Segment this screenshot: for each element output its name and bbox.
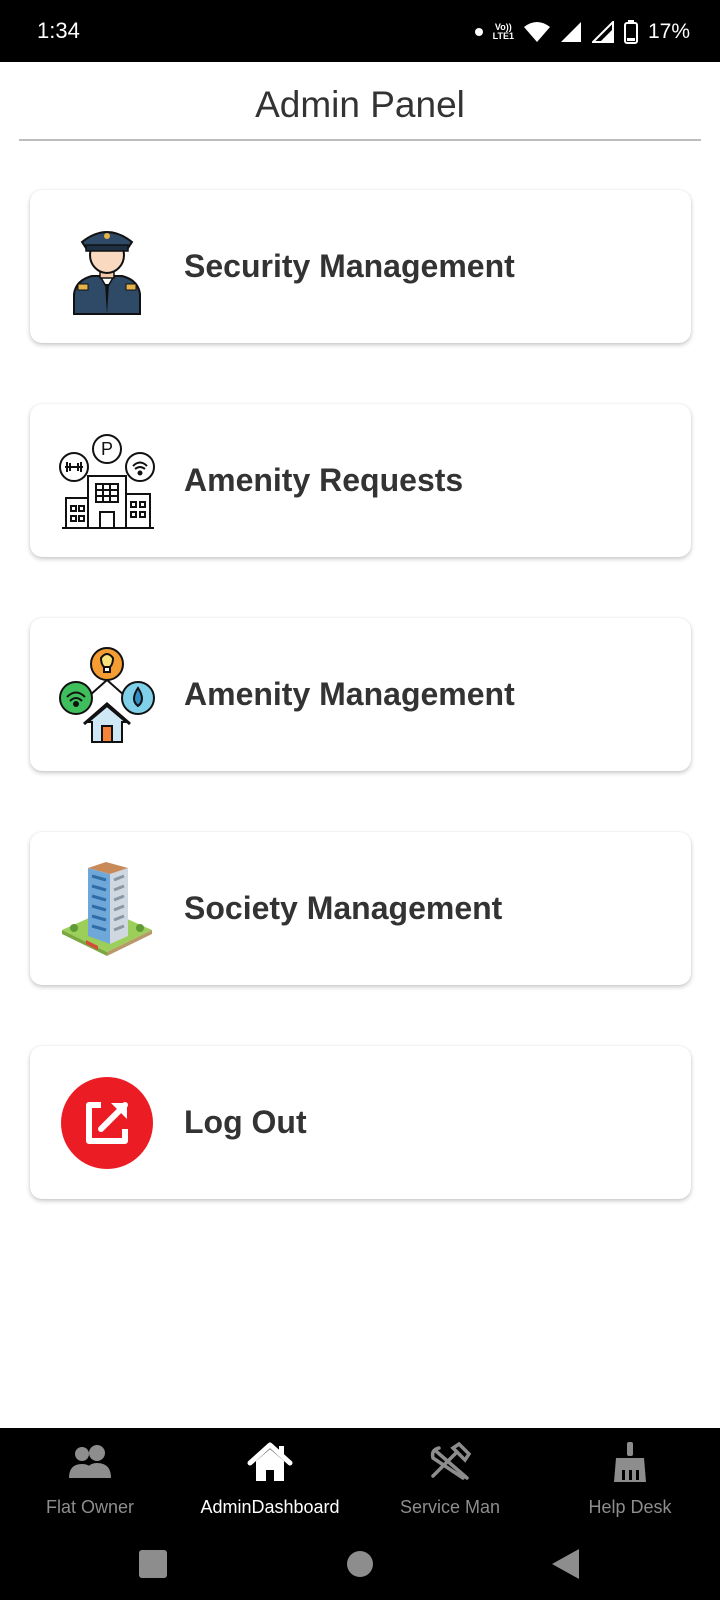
status-icons: Vo)) LTE1 17% — [474, 14, 690, 50]
utilities-icon — [58, 646, 156, 744]
volte-icon: Vo)) LTE1 — [493, 23, 514, 41]
home-button[interactable] — [300, 1528, 420, 1600]
broom-icon — [600, 1440, 660, 1484]
logout-card[interactable]: Log Out — [30, 1046, 691, 1199]
security-guard-icon — [58, 218, 156, 316]
people-icon — [60, 1440, 120, 1484]
amenity-management-card[interactable]: Amenity Management — [30, 618, 691, 771]
back-triangle-icon — [552, 1549, 579, 1579]
back-button[interactable] — [505, 1528, 625, 1600]
battery-percent: 17% — [647, 20, 690, 43]
nav-flat-owner[interactable]: Flat Owner — [0, 1428, 180, 1528]
menu-item-label: Amenity Requests — [184, 462, 464, 498]
amenity-requests-card[interactable]: P Amenity Requests — [30, 404, 691, 557]
nav-label: Service Man — [399, 1497, 501, 1517]
tower-building-icon — [58, 860, 156, 958]
circle-icon — [347, 1551, 373, 1577]
menu-item-label: Amenity Management — [184, 676, 515, 712]
nav-admin-dashboard[interactable]: AdminDashboard — [180, 1428, 360, 1528]
status-time: 1:34 — [37, 18, 80, 43]
volte-line2: LTE1 — [492, 31, 514, 41]
bottom-navigation: Flat Owner AdminDashboard Service Man He… — [0, 1428, 720, 1528]
nav-label: Help Desk — [588, 1497, 672, 1517]
square-icon — [139, 1550, 167, 1578]
signal-icon-2 — [591, 21, 614, 43]
tools-icon — [420, 1440, 480, 1484]
menu-item-label: Security Management — [184, 248, 515, 284]
recents-button[interactable] — [93, 1528, 213, 1600]
amenity-building-icon: P — [58, 432, 156, 530]
menu-item-label: Log Out — [184, 1104, 307, 1140]
society-management-card[interactable]: Society Management — [30, 832, 691, 985]
home-icon — [240, 1440, 300, 1484]
title-divider — [19, 139, 701, 141]
wifi-icon — [523, 22, 550, 42]
nav-help-desk[interactable]: Help Desk — [540, 1428, 720, 1528]
menu-item-label: Society Management — [184, 890, 503, 926]
nav-label: AdminDashboard — [200, 1497, 340, 1517]
signal-icon — [560, 22, 581, 42]
security-management-card[interactable]: Security Management — [30, 190, 691, 343]
nav-label: Flat Owner — [45, 1497, 135, 1517]
logout-icon — [58, 1074, 156, 1172]
notification-dot-icon — [474, 28, 483, 36]
system-navigation-bar — [0, 1528, 720, 1600]
nav-service-man[interactable]: Service Man — [360, 1428, 540, 1528]
page-title: Admin Panel — [255, 84, 465, 125]
battery-icon — [623, 20, 638, 44]
svg-text:P: P — [101, 439, 113, 459]
status-bar: 1:34 Vo)) LTE1 17% — [0, 0, 720, 62]
